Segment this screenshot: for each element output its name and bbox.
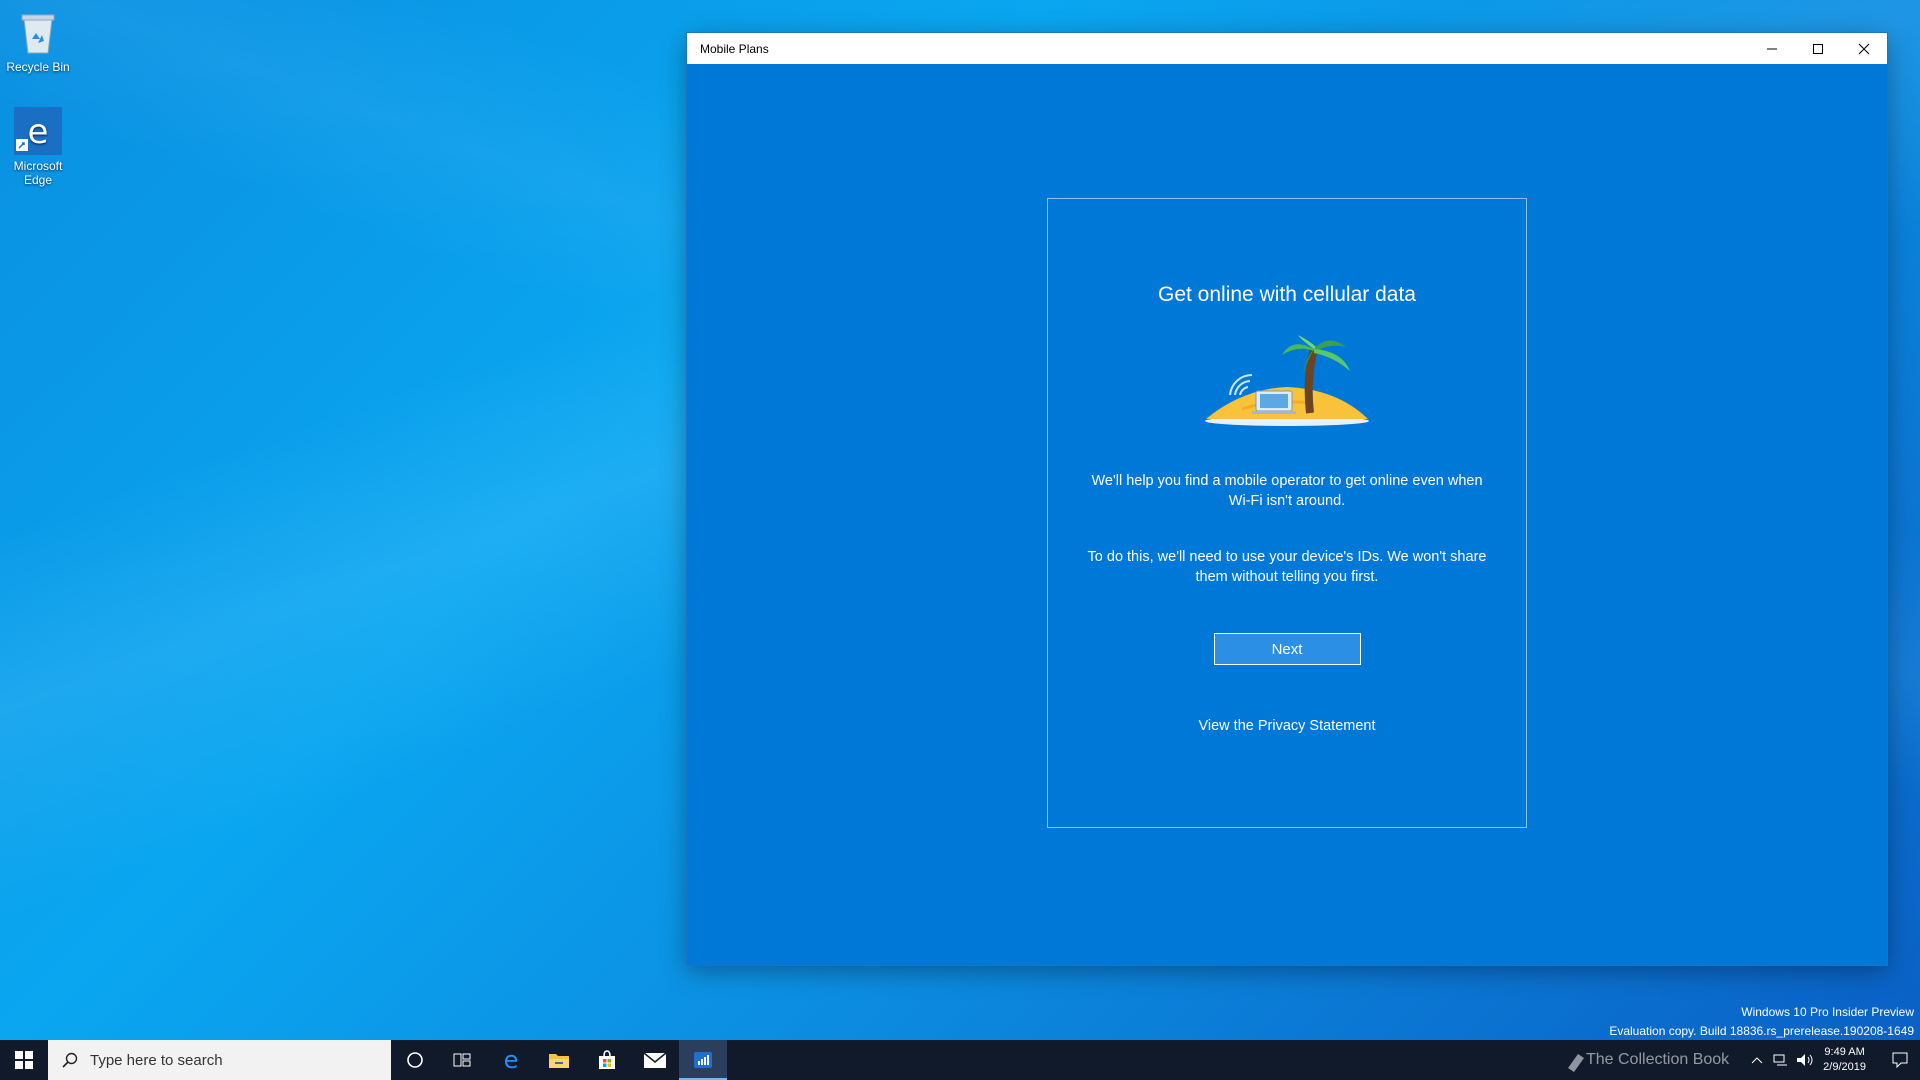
device-ids-paragraph: To do this, we'll need to use your devic…	[1087, 549, 1487, 585]
mail-icon	[643, 1052, 667, 1068]
taskbar-store-button[interactable]	[583, 1040, 631, 1080]
edge-icon: e	[504, 1049, 519, 1071]
speaker-icon	[1797, 1054, 1813, 1066]
taskbar-file-explorer-button[interactable]	[535, 1040, 583, 1080]
show-hidden-icons-button[interactable]	[1745, 1040, 1769, 1080]
card-heading: Get online with cellular data	[1158, 283, 1416, 306]
taskbar-mail-button[interactable]	[631, 1040, 679, 1080]
store-bag-icon	[599, 1050, 615, 1069]
folder-icon	[549, 1054, 569, 1068]
edge-icon: e	[14, 107, 62, 155]
svg-text:e: e	[28, 112, 49, 152]
collection-book-watermark: The Collection Book	[1585, 1051, 1730, 1068]
start-button[interactable]	[0, 1040, 48, 1080]
privacy-statement-link[interactable]: View the Privacy Statement	[1048, 718, 1526, 734]
network-button[interactable]	[1769, 1040, 1793, 1080]
welcome-card: Get online with cellular data We'll help…	[1047, 198, 1527, 828]
taskbar-mobile-plans-button[interactable]	[679, 1040, 727, 1080]
maximize-icon	[1813, 43, 1823, 54]
cortana-icon	[407, 1052, 423, 1068]
volume-button[interactable]	[1793, 1040, 1817, 1080]
notifications-icon	[1892, 1052, 1908, 1068]
network-icon	[1773, 1054, 1788, 1066]
build-watermark-line2: Evaluation copy. Build 18836.rs_prerelea…	[1609, 1024, 1914, 1038]
minimize-icon	[1767, 48, 1777, 49]
book-watermark-icon	[1567, 1054, 1584, 1072]
maximize-button[interactable]	[1795, 33, 1841, 64]
clock-date: 2/9/2019	[1823, 1061, 1866, 1073]
taskbar: Type here to search e The Collection Boo…	[0, 1040, 1920, 1080]
desktop-icon-label: Microsoft Edge	[13, 159, 63, 187]
chevron-up-icon	[1751, 1057, 1763, 1064]
window-titlebar[interactable]: Mobile Plans	[687, 33, 1887, 64]
desktop-icon-microsoft-edge[interactable]: e Microsoft Edge	[1, 107, 75, 187]
windows-logo-icon	[15, 1051, 33, 1069]
taskbar-edge-button[interactable]: e	[487, 1040, 535, 1080]
desktop-icon-label: Recycle Bin	[6, 60, 70, 74]
taskbar-search-box[interactable]: Type here to search	[48, 1040, 391, 1080]
mobile-plans-icon	[694, 1052, 712, 1068]
task-view-icon	[453, 1053, 471, 1067]
recycle-bin-icon	[14, 8, 62, 56]
cortana-button[interactable]	[391, 1040, 439, 1080]
svg-text:e: e	[504, 1049, 519, 1071]
close-button[interactable]	[1841, 33, 1887, 64]
close-icon	[1858, 43, 1870, 54]
next-button[interactable]: Next	[1213, 633, 1361, 665]
island-laptop-illustration	[1202, 333, 1372, 433]
action-center-button[interactable]	[1880, 1040, 1920, 1080]
window-title: Mobile Plans	[700, 41, 769, 56]
description-paragraph: We'll help you find a mobile operator to…	[1091, 473, 1483, 509]
clock-time: 9:49 AM	[1824, 1046, 1865, 1058]
task-view-button[interactable]	[439, 1040, 487, 1080]
search-placeholder: Type here to search	[90, 1051, 223, 1069]
desktop-icon-recycle-bin[interactable]: Recycle Bin	[1, 8, 75, 74]
mobile-plans-window: Mobile Plans Get online with cellular da…	[687, 33, 1887, 965]
search-icon	[62, 1052, 78, 1068]
minimize-button[interactable]	[1749, 33, 1795, 64]
taskbar-clock[interactable]: 9:49 AM 2/9/2019	[1823, 1045, 1866, 1075]
build-watermark-line1: Windows 10 Pro Insider Preview	[1741, 1005, 1914, 1019]
system-tray: The Collection Book 9:49 AM 2/9/2019	[1566, 1040, 1920, 1080]
